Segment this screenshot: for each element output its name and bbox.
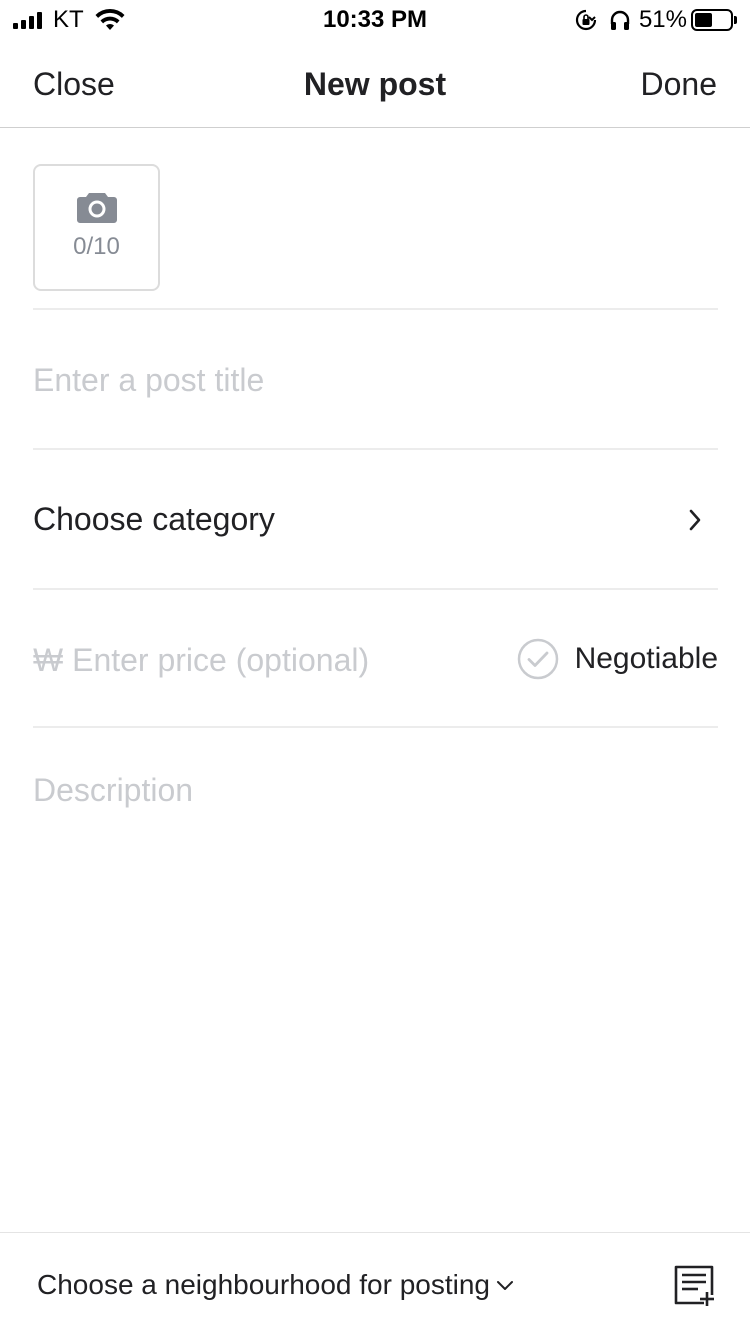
price-input[interactable] <box>33 638 493 682</box>
neighbourhood-selector[interactable]: Choose a neighbourhood for posting <box>37 1267 514 1303</box>
battery-percent: 51% <box>638 6 687 33</box>
battery-icon <box>691 9 737 31</box>
check-circle-icon <box>517 638 558 680</box>
navigation-bar: Close New post Done <box>0 40 750 128</box>
status-bar: KT 10:33 PM 51% <box>0 0 750 40</box>
bottom-bar: Choose a neighbourhood for posting <box>0 1232 750 1334</box>
add-photo-button[interactable]: 0/10 <box>33 164 160 291</box>
post-title-input[interactable] <box>33 358 718 402</box>
headphones-icon <box>610 10 630 30</box>
price-row: Negotiable <box>33 590 718 728</box>
done-button[interactable]: Done <box>641 66 718 102</box>
chevron-down-icon <box>497 1281 514 1290</box>
close-button[interactable]: Close <box>33 66 115 102</box>
status-right: 51% <box>575 8 737 32</box>
chevron-right-icon <box>689 509 701 531</box>
negotiable-label: Negotiable <box>574 642 718 675</box>
title-row <box>33 310 718 450</box>
photo-count: 0/10 <box>73 232 120 260</box>
new-post-screen: KT 10:33 PM 51% Close New post Done 0/10… <box>0 0 750 1334</box>
negotiable-toggle[interactable]: Negotiable <box>517 638 718 680</box>
photo-section: 0/10 <box>33 129 718 310</box>
choose-category-row[interactable]: Choose category <box>33 450 718 590</box>
description-input[interactable] <box>33 770 718 1190</box>
orientation-lock-icon <box>575 9 597 31</box>
neighbourhood-label: Choose a neighbourhood for posting <box>37 1269 491 1300</box>
camera-icon <box>76 192 117 223</box>
category-label: Choose category <box>33 501 275 537</box>
add-template-icon[interactable] <box>672 1263 716 1307</box>
